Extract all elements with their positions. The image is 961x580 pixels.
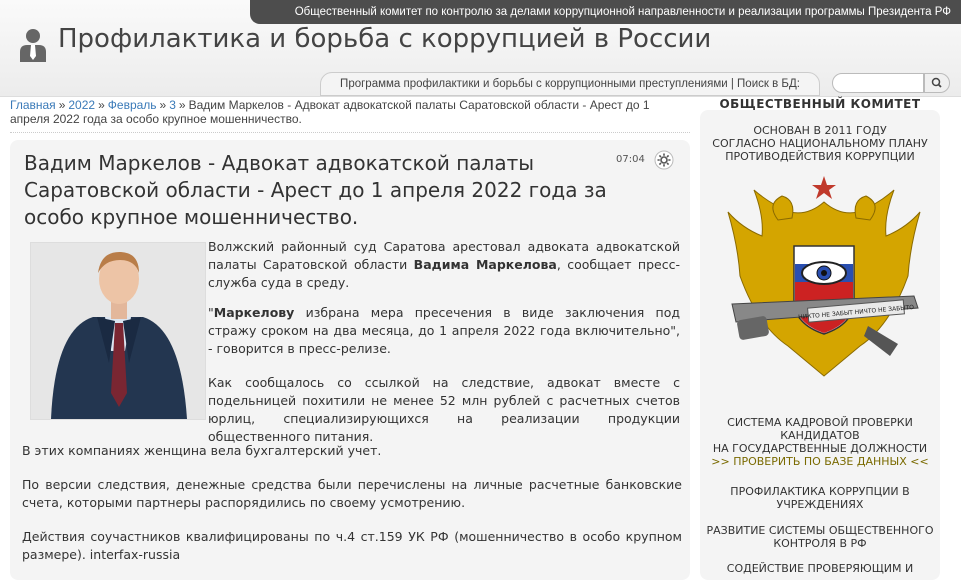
site-title[interactable]: Профилактика и борьба с коррупцией в Рос… (58, 24, 711, 54)
breadcrumb: Главная» 2022» Февраль» 3» Вадим Маркелов - … (10, 98, 680, 126)
article-photo (30, 242, 206, 420)
article-paragraph: В этих компаниях женщина вела бухгалтерс… (22, 443, 382, 458)
subnav-text[interactable]: Программа профилактики и борьбы с корруп… (340, 78, 800, 90)
sidebar-link-prevention[interactable]: ПРОФИЛАКТИКА КОРРУПЦИИ В УЧРЕЖДЕНИЯХ (700, 485, 940, 511)
breadcrumb-sep: » (159, 98, 167, 112)
person-name: Маркелову (213, 305, 295, 320)
breadcrumb-home[interactable]: Главная (10, 98, 56, 112)
article-paragraph: "Маркелову избрана мера пресечения в вид… (208, 304, 680, 358)
text: НА ГОСУДАРСТВЕННЫЕ ДОЛЖНОСТИ (712, 442, 928, 455)
text: СИСТЕМА КАДРОВОЙ ПРОВЕРКИ (727, 416, 913, 429)
check-database-link[interactable]: >> ПРОВЕРИТЬ ПО БАЗЕ ДАННЫХ << (700, 455, 940, 468)
breadcrumb-month[interactable]: Февраль (108, 98, 157, 112)
subnav-bar[interactable]: Программа профилактики и борьбы с корруп… (320, 72, 820, 96)
gear-icon[interactable] (654, 150, 674, 170)
person-tie-icon (20, 29, 46, 62)
article-time: 07:04 (616, 154, 645, 165)
sidebar-heading: ОБЩЕСТВЕННЫЙ КОМИТЕТ (719, 97, 921, 111)
person-name: Вадима Маркелова (413, 257, 557, 272)
breadcrumb-sep: » (178, 98, 186, 112)
search-icon (931, 77, 942, 88)
search-input[interactable] (832, 73, 924, 93)
breadcrumb-day[interactable]: 3 (169, 98, 176, 112)
text: ОСНОВАН В 2011 ГОДУ (753, 124, 887, 137)
person-photo (31, 243, 205, 419)
article-paragraph: Как сообщалось со ссылкой на следствие, … (208, 375, 680, 444)
breadcrumb-year[interactable]: 2022 (68, 98, 95, 112)
top-banner: Общественный комитет по контролю за дела… (250, 0, 961, 24)
double-headed-eagle-emblem: НИКТО НЕ ЗАБЫТ НИЧТО НЕ ЗАБЫТО (727, 176, 921, 377)
article-paragraph: Волжский районный суд Саратова арестовал… (208, 238, 680, 292)
article-paragraph: Действия соучастников квалифицированы по… (22, 529, 682, 562)
breadcrumb-sep: » (58, 98, 66, 112)
text: КАНДИДАТОВ (780, 429, 860, 442)
sidebar-block-verification[interactable]: СИСТЕМА КАДРОВОЙ ПРОВЕРКИ КАНДИДАТОВ НА … (700, 416, 940, 468)
article-paragraph: По версии следствия, денежные средства б… (22, 477, 682, 510)
text: ПРОТИВОДЕЙСТВИЯ КОРРУПЦИИ (725, 150, 915, 163)
divider (10, 132, 690, 133)
sidebar-link-public-control[interactable]: РАЗВИТИЕ СИСТЕМЫ ОБЩЕСТВЕННОГО КОНТРОЛЯ … (700, 524, 940, 550)
article-title: Вадим Маркелов - Адвокат адвокатской пал… (24, 151, 607, 229)
sidebar-founded: ОСНОВАН В 2011 ГОДУ СОГЛАСНО НАЦИОНАЛЬНО… (700, 124, 940, 163)
sidebar: ОСНОВАН В 2011 ГОДУ СОГЛАСНО НАЦИОНАЛЬНО… (700, 110, 940, 580)
article: Вадим Маркелов - Адвокат адвокатской пал… (10, 140, 690, 580)
text: СОГЛАСНО НАЦИОНАЛЬНОМУ ПЛАНУ (712, 137, 928, 150)
search-button[interactable] (924, 73, 950, 93)
breadcrumb-sep: » (98, 98, 105, 112)
